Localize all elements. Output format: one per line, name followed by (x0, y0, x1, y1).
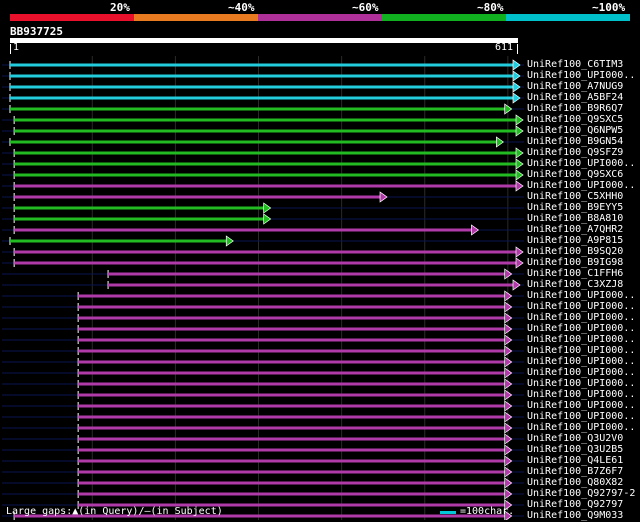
legend-scale-text: =100char. (460, 506, 515, 517)
legend-scale-swatch (440, 511, 456, 514)
legend-gaps: Large gaps:▲(in Query)/–(in Subject) (6, 506, 223, 517)
hit-link[interactable]: UniRef100_Q9M033 (527, 510, 623, 522)
